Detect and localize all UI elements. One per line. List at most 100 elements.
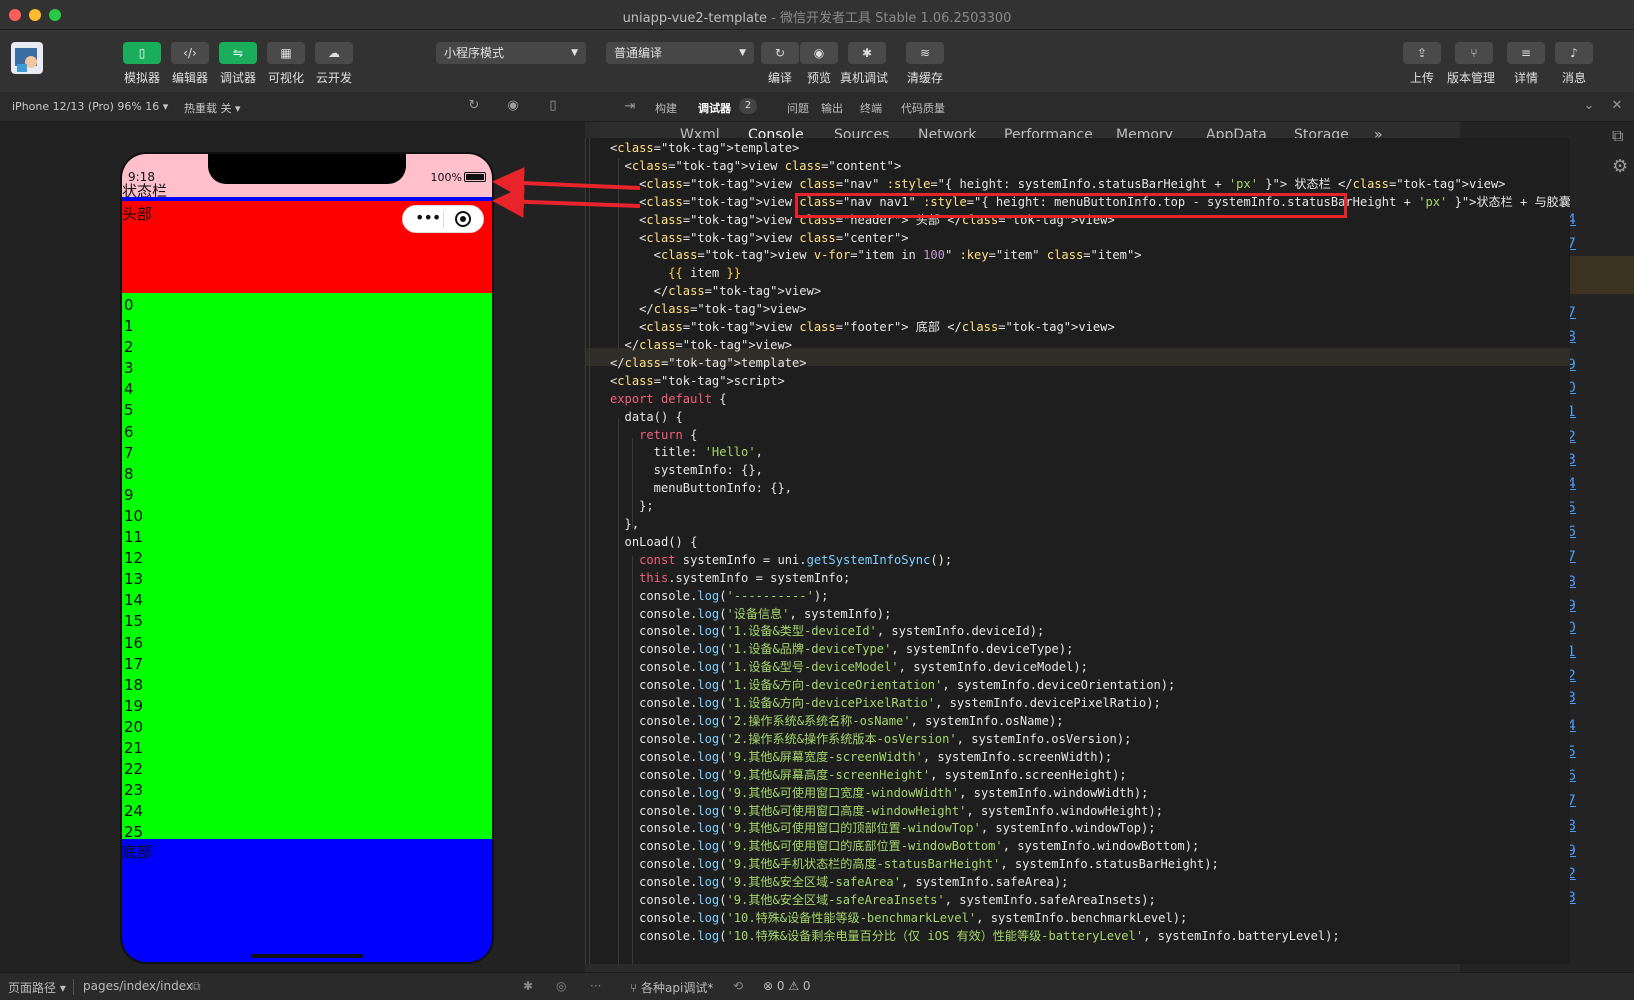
eye-icon[interactable]: ◎ — [556, 979, 566, 993]
header-area: 头部 ••• — [122, 201, 492, 293]
code-line: console.log('10.特殊&设备剩余电量百分比（仅 iOS 有效）性能… — [610, 928, 1340, 943]
stop-icon[interactable]: ◉ — [505, 98, 521, 114]
code-line: console.log('2.操作系统&操作系统版本-osVersion', s… — [610, 731, 1132, 746]
chevron-down-icon[interactable]: ⌄ — [1581, 98, 1597, 114]
code-line: console.log('1.设备&型号-deviceModel', syste… — [610, 660, 1088, 675]
list-item: 9 — [124, 485, 134, 504]
indent-guide — [589, 138, 590, 964]
bug-icon: ✱ — [848, 42, 886, 64]
toolbar-button-debug[interactable]: ⇋ 调试器 — [217, 42, 259, 86]
toolbar-button-refresh[interactable]: ↻ 编译 — [759, 42, 801, 86]
phone-icon[interactable]: ▯ — [545, 98, 561, 114]
devtools-tab[interactable]: 调试器 — [698, 100, 731, 116]
list-item: 1 — [124, 317, 134, 336]
center-list: 0 1 2 3 4 5 6 7 8 9 10 11 12 13 14 15 16 17 18 19 20 21 22 23 24… — [122, 293, 492, 862]
compile-select[interactable]: 普通编译 ▼ — [606, 42, 754, 64]
refresh-icon[interactable]: ↻ — [466, 98, 482, 114]
avatar-image — [15, 48, 37, 72]
toolbar-button-layout[interactable]: ▦ 可视化 — [265, 42, 307, 86]
more-icon[interactable]: ••• — [415, 208, 441, 227]
device-select[interactable]: iPhone 12/13 (Pro) 96% 16 ▾ — [12, 100, 168, 113]
code-line: title: 'Hello', — [610, 445, 763, 460]
code-line: console.log('9.其他&屏幕宽度-screenWidth', sys… — [610, 749, 1113, 764]
toolbar-button-layers[interactable]: ≋ 清缓存 — [904, 42, 946, 86]
list-item: 3 — [124, 359, 134, 378]
code-line: <class="tok-tag">view class="header"> 头部… — [610, 212, 1115, 227]
toolbar-button-cloud[interactable]: ☁ 云开发 — [313, 42, 355, 86]
list-item: 14 — [124, 591, 144, 610]
code-line: console.log('1.设备&类型-deviceId', systemIn… — [610, 624, 1045, 639]
devtools-tab[interactable]: 代码质量 — [901, 100, 945, 116]
page-path-label[interactable]: 页面路径 ▾ — [8, 979, 66, 996]
menu-capsule[interactable]: ••• — [402, 205, 484, 233]
list-item: 4 — [124, 380, 134, 399]
footer-label: 底部 — [122, 843, 153, 861]
collapse-icon[interactable]: ⇥ — [622, 99, 638, 115]
code-icon: ‹/› — [171, 42, 209, 64]
problem-counts[interactable]: ⊗ 0 ⚠ 0 — [763, 979, 811, 993]
devtools-header: ⇥ 构建 调试器 问题 输出 终端 代码质量 2 ⌄ ✕ — [585, 92, 1634, 122]
layers-icon: ≋ — [906, 42, 944, 64]
toolbar-button-upload[interactable]: ⇪ 上传 — [1401, 42, 1443, 86]
close-panel-icon[interactable]: ✕ — [1609, 98, 1625, 114]
refresh-icon: ↻ — [761, 42, 799, 64]
toolbar-button-bug[interactable]: ✱ 真机调试 — [840, 42, 888, 86]
sync-icon[interactable]: ⟲ — [733, 979, 743, 993]
list-item: 11 — [124, 528, 144, 547]
layout-icon: ▦ — [267, 42, 305, 64]
list-item: 13 — [124, 570, 144, 589]
toolbar-button-branch[interactable]: ⑂ 版本管理 — [1447, 42, 1495, 86]
code-line: console.log('1.设备&品牌-deviceType', system… — [610, 642, 1074, 657]
toolbar-button-label: 可视化 — [267, 71, 304, 85]
list-item: 8 — [124, 464, 134, 483]
notch — [208, 154, 406, 184]
devtools-tab[interactable]: 终端 — [860, 100, 882, 116]
list-item: 20 — [124, 717, 144, 736]
status-bar: 页面路径 ▾ pages/index/index ⧉ ✱ ◎ ··· ⑂ 各种a… — [0, 972, 1634, 1000]
code-line: <class="tok-tag">view class="center"> — [610, 230, 909, 245]
code-line: console.log('9.其他&可使用窗口宽度-windowWidth', … — [610, 785, 1149, 800]
gear-icon[interactable]: ⚙ — [1612, 156, 1628, 177]
list-item: 10 — [124, 506, 144, 525]
page-path[interactable]: pages/index/index — [83, 979, 193, 993]
code-editor[interactable]: <class="tok-tag">template> <class="tok-t… — [585, 138, 1570, 964]
code-line: console.log('10.特殊&设备性能等级-benchmarkLevel… — [610, 910, 1188, 925]
branch-label[interactable]: ⑂ 各种api调试* — [630, 979, 713, 996]
list-item: 23 — [124, 781, 144, 800]
cloud-icon: ☁ — [315, 42, 353, 64]
bug-icon[interactable]: ✱ — [523, 979, 533, 993]
toolbar-button-label: 编译 — [767, 71, 792, 85]
code-line: </class="tok-tag">template> — [610, 355, 807, 370]
avatar[interactable] — [11, 42, 43, 74]
list-item: 2 — [124, 338, 134, 357]
code-line: </class="tok-tag">view> — [610, 284, 822, 299]
dock-icon[interactable]: ⧉ — [1612, 126, 1623, 146]
toolbar-button-label: 模拟器 — [123, 71, 160, 85]
code-line: const systemInfo = uni.getSystemInfoSync… — [639, 552, 953, 567]
hot-reload-toggle[interactable]: 热重载 关 ▾ — [184, 100, 241, 116]
divider — [73, 979, 74, 995]
toolbar-button-code[interactable]: ‹/› 编辑器 — [169, 42, 211, 86]
devtools-tab[interactable]: 问题 — [787, 100, 809, 116]
more-icon[interactable]: ··· — [590, 979, 601, 993]
toolbar-button-bell[interactable]: ♪ 消息 — [1553, 42, 1595, 86]
devtools-tab[interactable]: 输出 — [821, 100, 843, 116]
toolbar-button-menu[interactable]: ≡ 详情 — [1505, 42, 1547, 86]
phone-screen[interactable]: 9:18 状态栏 100% 头部 ••• 0 1 2 3 4 5 6 7 8 9 10 11 12 13 1… — [120, 152, 494, 964]
home-indicator — [251, 954, 363, 958]
code-line: }, — [610, 517, 640, 532]
list-item: 12 — [124, 549, 144, 568]
copy-icon[interactable]: ⧉ — [192, 979, 201, 994]
close-miniprogram-icon[interactable] — [455, 211, 471, 227]
toolbar-button-label: 版本管理 — [1447, 71, 1496, 85]
code-content[interactable]: <class="tok-tag">template> <class="tok-t… — [610, 140, 1570, 946]
toolbar-button-eye[interactable]: ◉ 预览 — [798, 42, 840, 86]
toolbar-button-phone[interactable]: ▯ 模拟器 — [121, 42, 163, 86]
code-line: console.log('9.其他&可使用窗口的底部位置-windowBotto… — [610, 839, 1200, 854]
title-bar: uniapp-vue2-template - 微信开发者工具 Stable 1.… — [0, 0, 1634, 30]
mode-select[interactable]: 小程序模式 ▼ — [436, 42, 586, 64]
devtools-tab[interactable]: 构建 — [655, 100, 677, 116]
code-line: console.log('9.其他&安全区域-safeArea', system… — [610, 875, 1069, 890]
code-line: </class="tok-tag">view> — [610, 302, 807, 317]
list-item: 18 — [124, 675, 144, 694]
